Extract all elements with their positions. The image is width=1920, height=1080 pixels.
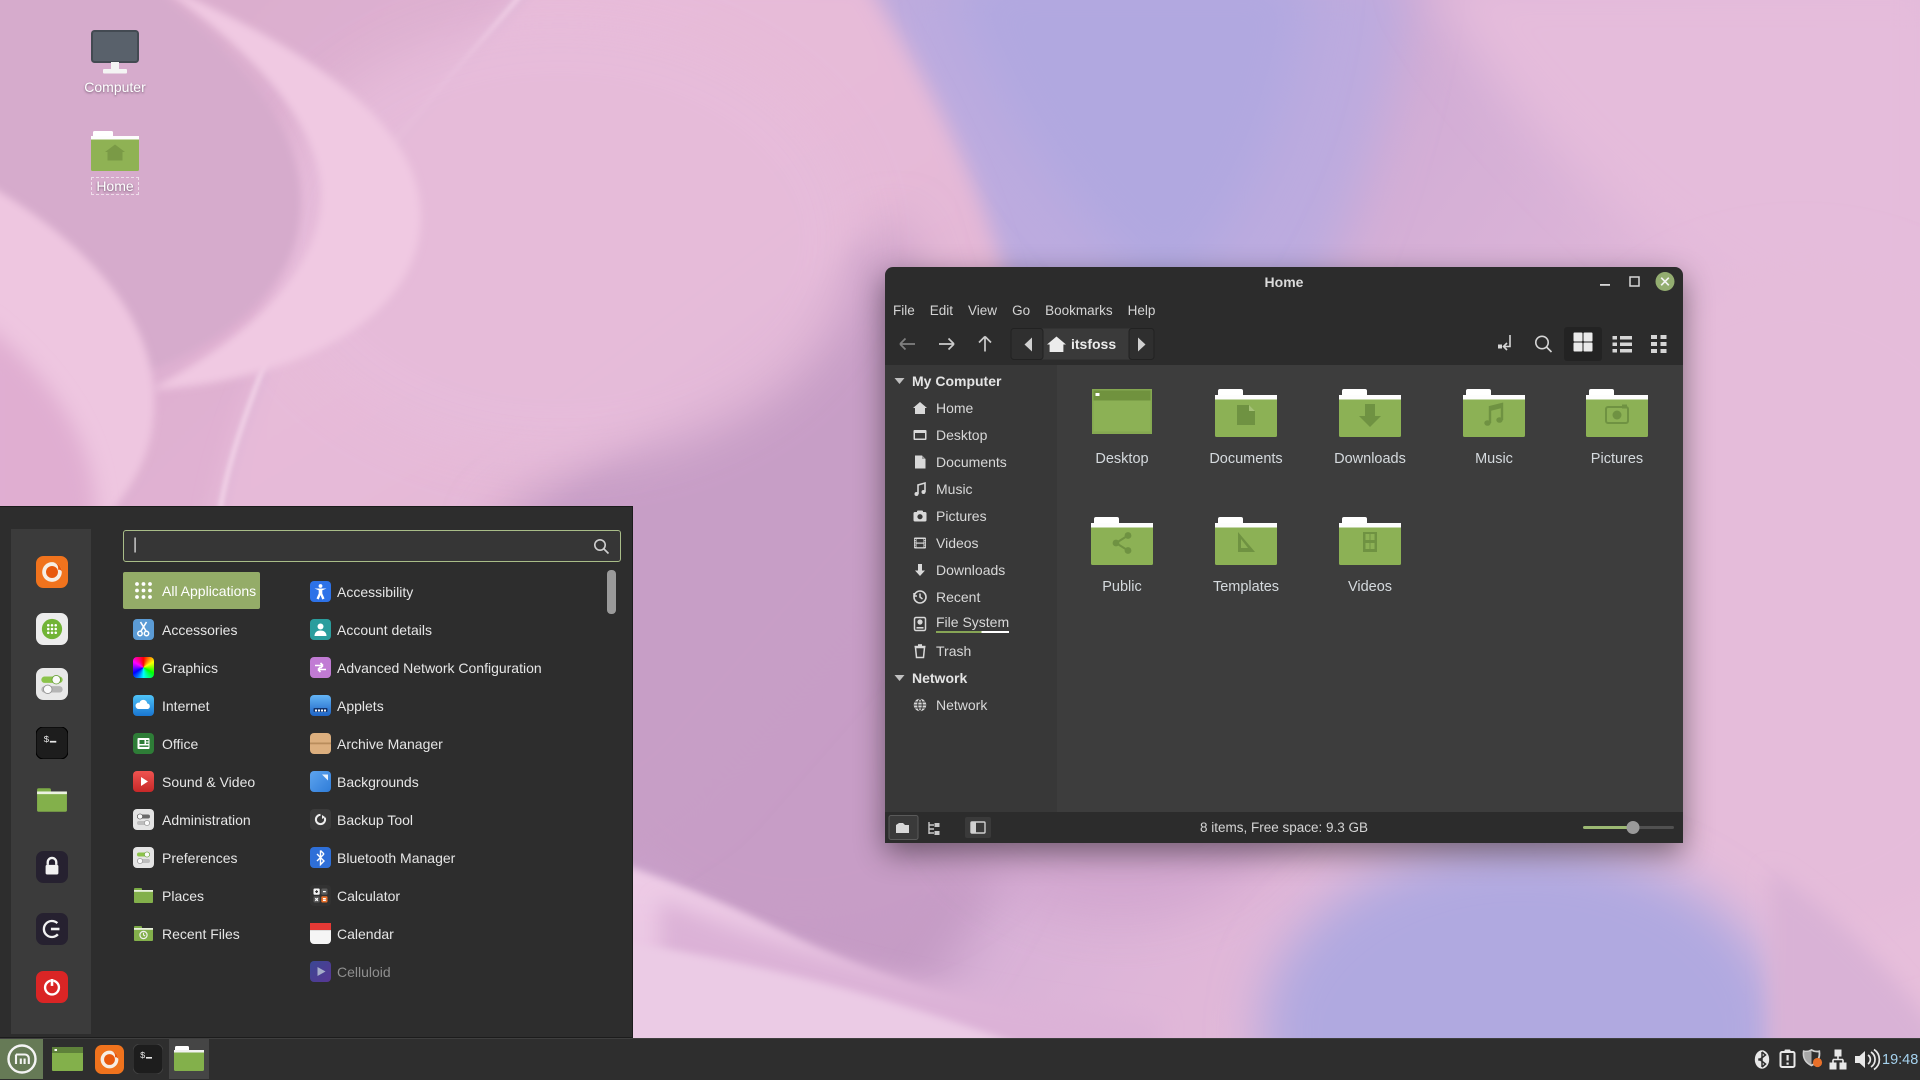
svg-text:$: $ [43, 734, 49, 745]
svg-text:$: $ [140, 1051, 146, 1061]
